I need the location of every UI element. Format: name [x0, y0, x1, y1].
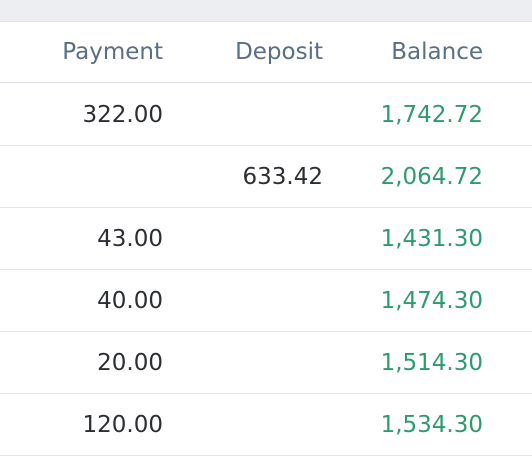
deposit-cell — [170, 394, 323, 455]
payment-cell: 43.00 — [97, 225, 163, 252]
balance-cell: 1,431.30 — [380, 225, 483, 252]
register-table: Payment Deposit Balance 322.00 1,742.72 … — [0, 0, 532, 466]
balance-cell: 1,742.72 — [380, 101, 483, 128]
deposit-cell — [170, 332, 323, 393]
deposit-cell: 633.42 — [242, 163, 323, 190]
payment-cell: 120.00 — [82, 411, 163, 438]
balance-cell: 1,514.30 — [380, 349, 483, 376]
table-row[interactable]: 322.00 1,742.72 — [0, 84, 532, 146]
deposit-cell — [170, 84, 323, 145]
balance-cell: 1,474.30 — [380, 287, 483, 314]
table-row[interactable]: 633.42 2,064.72 — [0, 146, 532, 208]
deposit-cell — [170, 270, 323, 331]
table-toolbar-strip — [0, 0, 532, 22]
column-header-payment[interactable]: Payment — [0, 22, 163, 82]
payment-cell: 20.00 — [97, 349, 163, 376]
balance-cell: 1,534.30 — [380, 411, 483, 438]
table-row[interactable]: 43.00 1,431.30 — [0, 208, 532, 270]
deposit-cell — [170, 208, 323, 269]
table-row[interactable]: 120.00 1,534.30 — [0, 394, 532, 456]
balance-cell: 2,064.72 — [380, 163, 483, 190]
payment-cell — [0, 146, 163, 207]
table-row[interactable]: 20.00 1,514.30 — [0, 332, 532, 394]
payment-cell: 40.00 — [97, 287, 163, 314]
column-header-balance[interactable]: Balance — [330, 22, 483, 82]
payment-cell: 322.00 — [82, 101, 163, 128]
table-header-row: Payment Deposit Balance — [0, 22, 532, 83]
column-header-deposit[interactable]: Deposit — [170, 22, 323, 82]
table-row[interactable]: 40.00 1,474.30 — [0, 270, 532, 332]
